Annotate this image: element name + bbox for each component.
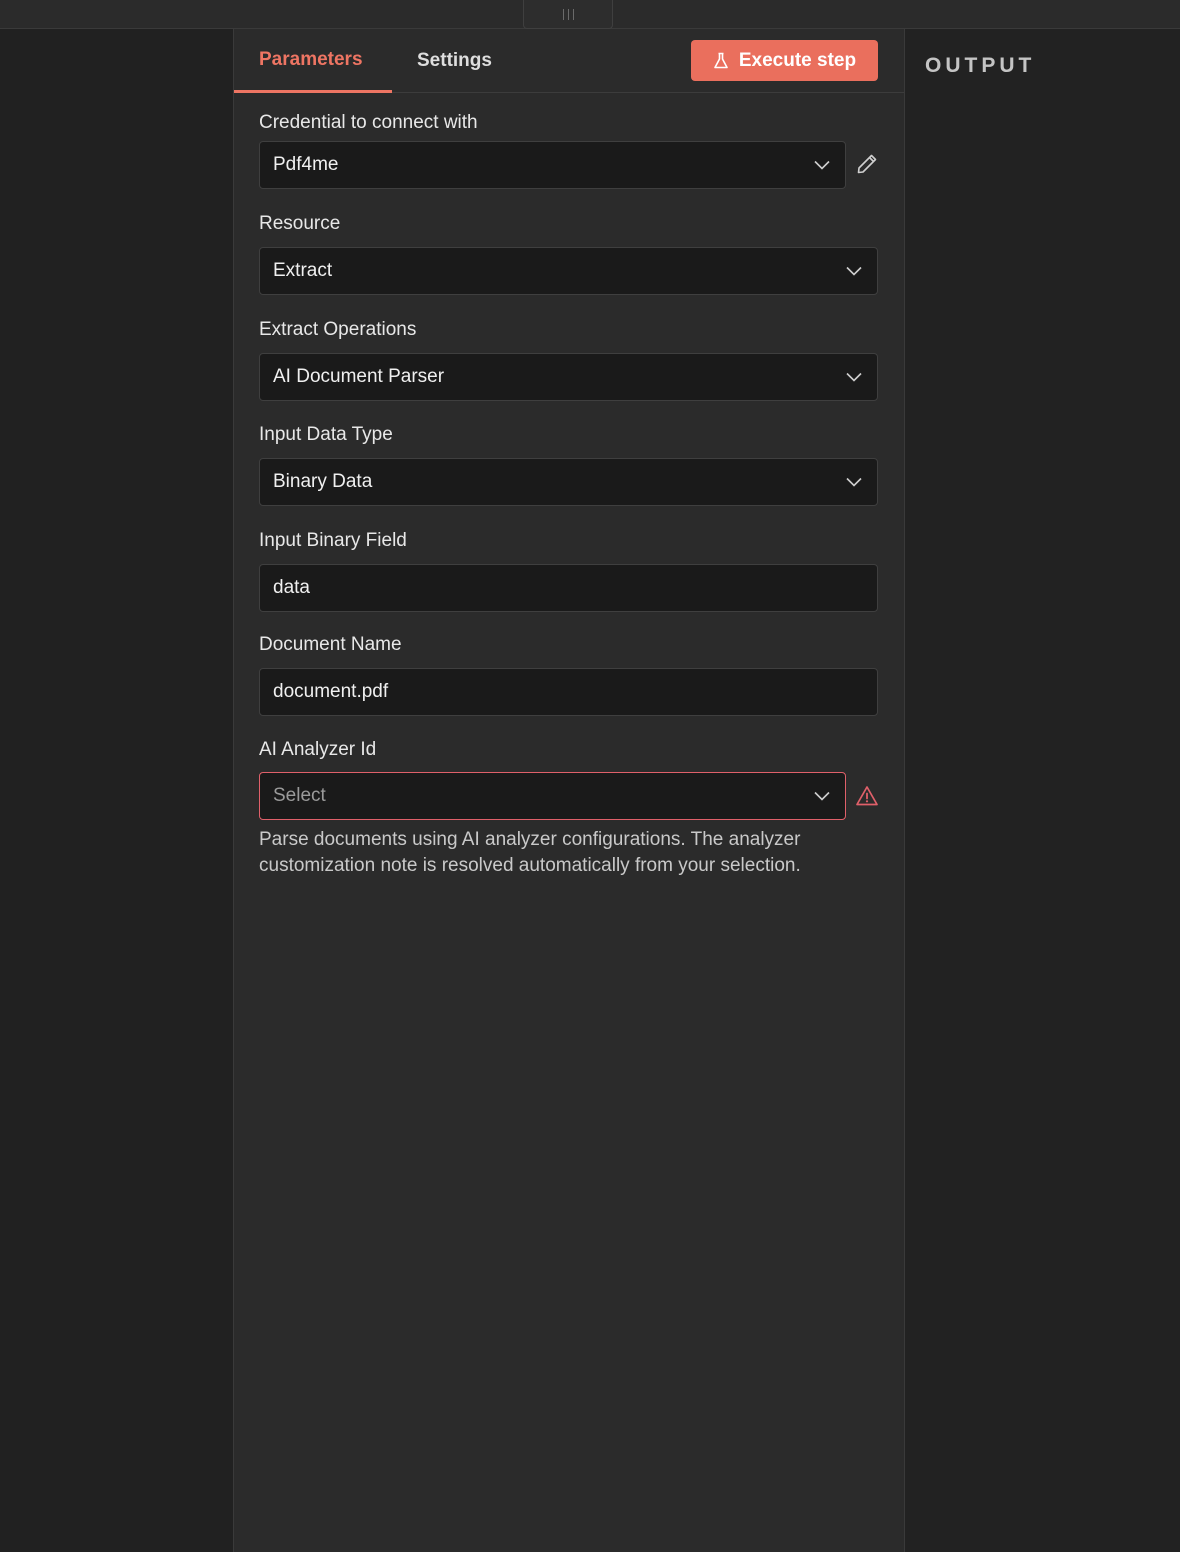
analyzer-id-placeholder: Select xyxy=(273,785,326,806)
flask-icon xyxy=(714,52,728,68)
binary-field-label: Input Binary Field xyxy=(259,530,407,551)
chevron-down-icon xyxy=(846,266,862,276)
credential-value: Pdf4me xyxy=(273,154,339,175)
binary-field-input[interactable]: data xyxy=(259,564,878,612)
grip-line xyxy=(572,8,574,20)
chevron-down-icon xyxy=(846,372,862,382)
resource-label: Resource xyxy=(259,213,341,234)
operation-label: Extract Operations xyxy=(259,319,417,340)
document-name-input[interactable]: document.pdf xyxy=(259,668,878,716)
analyzer-id-select[interactable]: Select xyxy=(259,772,846,820)
top-bar xyxy=(0,0,1180,29)
chevron-down-icon xyxy=(814,791,830,801)
tab-bar: Parameters Settings Execute step xyxy=(234,29,904,93)
parameters-panel: Parameters Settings Execute step Credent… xyxy=(233,29,905,1552)
grip-line xyxy=(567,8,569,20)
analyzer-id-label: AI Analyzer Id xyxy=(259,739,377,760)
document-name-value: document.pdf xyxy=(273,681,389,702)
tab-parameters[interactable]: Parameters xyxy=(234,29,392,93)
operation-value: AI Document Parser xyxy=(273,366,445,387)
tab-settings[interactable]: Settings xyxy=(417,29,492,92)
analyzer-hint-text: Parse documents using AI analyzer config… xyxy=(259,829,801,876)
chevron-down-icon xyxy=(814,160,830,170)
panel-drag-handle[interactable] xyxy=(523,0,613,29)
resource-value: Extract xyxy=(273,260,333,281)
chevron-down-icon xyxy=(846,477,862,487)
document-name-label: Document Name xyxy=(259,634,402,655)
output-pane: OUTPUT xyxy=(905,29,1180,1552)
input-type-select[interactable]: Binary Data xyxy=(259,458,878,506)
input-type-label: Input Data Type xyxy=(259,424,393,445)
pencil-icon[interactable] xyxy=(855,152,879,176)
warning-triangle-icon xyxy=(856,786,878,806)
grip-line xyxy=(562,8,564,20)
input-type-value: Binary Data xyxy=(273,471,373,492)
credential-label: Credential to connect with xyxy=(259,112,478,133)
execute-step-button[interactable]: Execute step xyxy=(691,40,878,81)
output-title: OUTPUT xyxy=(925,54,1036,77)
resource-select[interactable]: Extract xyxy=(259,247,878,295)
credential-select[interactable]: Pdf4me xyxy=(259,141,846,189)
input-pane xyxy=(0,29,233,1552)
execute-step-label: Execute step xyxy=(738,49,857,71)
operation-select[interactable]: AI Document Parser xyxy=(259,353,878,401)
binary-field-value: data xyxy=(273,577,310,598)
